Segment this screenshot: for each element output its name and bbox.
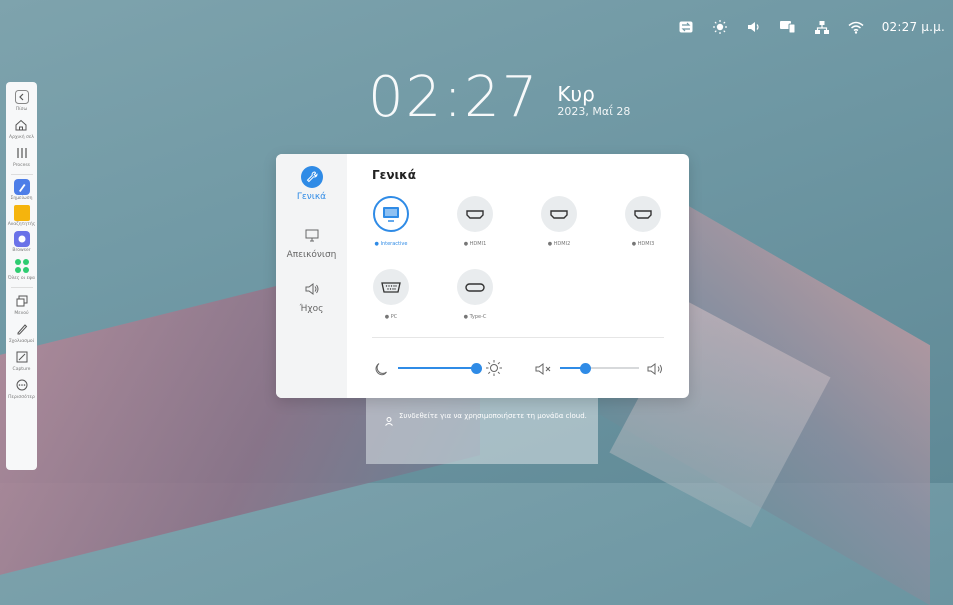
- tab-label: Γενικά: [296, 192, 327, 202]
- sidebar-divider: [10, 174, 33, 175]
- sidebar-item-process[interactable]: Process: [13, 144, 31, 168]
- sidebar-item-menu[interactable]: Μενού: [13, 292, 31, 316]
- source-interactive[interactable]: ● Interactive: [356, 196, 426, 247]
- source-label-text: HDMI3: [637, 241, 655, 247]
- tab-general[interactable]: Γενικά: [276, 166, 347, 202]
- note-app-icon: [13, 179, 30, 195]
- process-icon: [13, 144, 31, 162]
- source-type-c[interactable]: ● Type-C: [440, 269, 510, 320]
- tab-label: Απεικόνιση: [286, 250, 337, 260]
- source-label: ● Interactive: [374, 241, 408, 247]
- brightness-slider[interactable]: [398, 367, 476, 369]
- sidebar-divider: [10, 287, 33, 288]
- source-label: ● HDMI2: [547, 241, 571, 247]
- windows-icon: [13, 292, 31, 310]
- cloud-login-card[interactable]: Συνδεθείτε για να χρησιμοποιήσετε τη μον…: [366, 398, 598, 464]
- vga-port-icon: [373, 269, 409, 305]
- monitor-icon: [301, 224, 323, 246]
- sidebar-item-label: Process: [12, 163, 31, 168]
- browser-icon: [13, 231, 30, 247]
- clock-date-box: Κυρ 2023, Μαΐ 28: [557, 83, 630, 118]
- volume-slider-track[interactable]: [586, 367, 639, 369]
- hdmi-port-icon: [625, 196, 661, 232]
- sidebar-item-label: Όλες οι εφα: [8, 276, 35, 281]
- source-label-text: HDMI2: [553, 241, 571, 247]
- source-label-text: Type-C: [469, 314, 487, 320]
- sidebar-item-label: Περισσότερ: [8, 395, 35, 400]
- sidebar-item-label: Αρχική σελ: [9, 135, 34, 140]
- settings-nav: Γενικά Απεικόνιση Ήχος: [276, 154, 347, 398]
- cloud-message: Συνδεθείτε για να χρησιμοποιήσετε τη μον…: [399, 412, 587, 420]
- sidebar-item-capture[interactable]: Capture: [13, 348, 31, 372]
- source-hdmi3[interactable]: ● HDMI3: [608, 196, 678, 247]
- screen-share-icon[interactable]: [779, 20, 796, 34]
- source-hdmi1[interactable]: ● HDMI1: [440, 196, 510, 247]
- mute-icon: [535, 361, 551, 380]
- input-switch-icon[interactable]: [678, 20, 694, 34]
- hdmi-port-icon: [541, 196, 577, 232]
- moon-icon: [374, 361, 388, 380]
- tab-label: Ήχος: [299, 304, 324, 314]
- monitor-icon: [373, 196, 409, 232]
- brightness-slider-thumb[interactable]: [471, 362, 482, 374]
- source-label-text: HDMI1: [469, 241, 487, 247]
- sidebar-item-label: Πίσω: [15, 107, 28, 112]
- wrench-icon: [300, 166, 323, 188]
- settings-divider: [372, 337, 664, 338]
- sidebar-item-label: Σχολιασμοί: [8, 339, 35, 344]
- clock-time: 02:27: [368, 65, 540, 130]
- sidebar-item-annotate[interactable]: Σχολιασμοί: [9, 320, 34, 344]
- source-label: ● HDMI3: [631, 241, 655, 247]
- sidebar-item-finder[interactable]: Αναζητητής: [7, 205, 36, 227]
- sidebar-item-all-apps[interactable]: Όλες οι εφα: [8, 257, 35, 281]
- sidebar-item-home[interactable]: Αρχική σελ: [9, 116, 34, 140]
- volume-slider-thumb[interactable]: [580, 362, 591, 374]
- sidebar-toolbar: Πίσω Αρχική σελ Process Σημείωση Αναζητη…: [6, 82, 37, 470]
- tab-sound[interactable]: Ήχος: [276, 278, 347, 314]
- sidebar-item-more[interactable]: Περισσότερ: [8, 376, 35, 400]
- user-icon: [385, 411, 393, 430]
- clock-day: Κυρ: [557, 82, 595, 106]
- sidebar-item-browser[interactable]: Browser: [12, 231, 31, 253]
- source-label-text: Interactive: [380, 241, 408, 247]
- sidebar-item-label: Browser: [12, 248, 31, 253]
- source-hdmi2[interactable]: ● HDMI2: [524, 196, 594, 247]
- settings-title: Γενικά: [372, 168, 416, 182]
- wifi-icon[interactable]: [848, 20, 864, 34]
- pen-icon: [13, 320, 31, 338]
- usb-c-port-icon: [457, 269, 493, 305]
- hdmi-port-icon: [457, 196, 493, 232]
- status-bar: 02:27 μ.μ.: [678, 20, 945, 34]
- status-time: 02:27 μ.μ.: [881, 20, 945, 34]
- source-pc[interactable]: ● PC: [356, 269, 426, 320]
- back-icon: [13, 88, 31, 106]
- volume-max-icon: [647, 361, 665, 380]
- source-label-text: PC: [390, 314, 398, 320]
- sidebar-item-back[interactable]: Πίσω: [13, 88, 31, 112]
- speaker-icon: [301, 278, 323, 300]
- tab-display[interactable]: Απεικόνιση: [276, 224, 347, 260]
- sidebar-item-label: Capture: [12, 367, 31, 372]
- sidebar-item-note[interactable]: Σημείωση: [11, 179, 33, 201]
- clock-widget: 02:27 Κυρ 2023, Μαΐ 28: [368, 70, 630, 126]
- brightness-icon[interactable]: [712, 20, 728, 34]
- more-icon: [13, 376, 31, 394]
- apps-grid-icon: [13, 257, 31, 275]
- clock-date: 2023, Μαΐ 28: [557, 105, 631, 118]
- source-label: ● PC: [384, 314, 398, 320]
- settings-panel: Γενικά Απεικόνιση Ήχος Γενικά ● Interact…: [276, 154, 689, 398]
- folder-icon: [13, 205, 30, 221]
- source-label: ● Type-C: [463, 314, 487, 320]
- network-icon[interactable]: [814, 20, 830, 34]
- sidebar-item-label: Σημείωση: [10, 196, 33, 201]
- sun-icon: [486, 360, 502, 380]
- capture-icon: [13, 348, 31, 366]
- sidebar-item-label: Μενού: [14, 311, 29, 316]
- source-label: ● HDMI1: [463, 241, 487, 247]
- volume-icon[interactable]: [746, 20, 762, 34]
- sidebar-item-label: Αναζητητής: [7, 222, 36, 227]
- home-icon: [12, 116, 30, 134]
